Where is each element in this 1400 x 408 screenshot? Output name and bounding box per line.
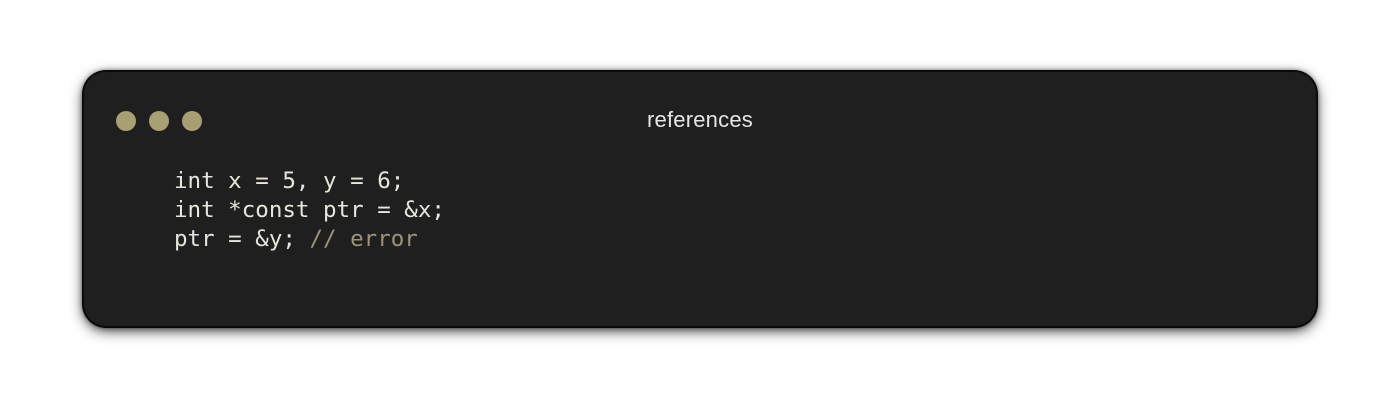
code-line-1: int x = 5, y = 6; — [174, 167, 445, 196]
code-text: int x = 5, y = 6; — [174, 168, 405, 194]
code-line-2: int *const ptr = &x; — [174, 196, 445, 225]
code-comment: // error — [309, 226, 418, 252]
code-line-3: ptr = &y; // error — [174, 225, 445, 254]
window-title: references — [647, 107, 753, 132]
window-titlebar: references — [84, 72, 1316, 168]
code-text: int *const ptr = &x; — [174, 197, 445, 223]
code-text: ptr = &y; — [174, 226, 310, 252]
code-block: int x = 5, y = 6; int *const ptr = &x; ptr… — [174, 167, 445, 254]
code-window: references int x = 5, y = 6; int *const p… — [84, 72, 1316, 326]
